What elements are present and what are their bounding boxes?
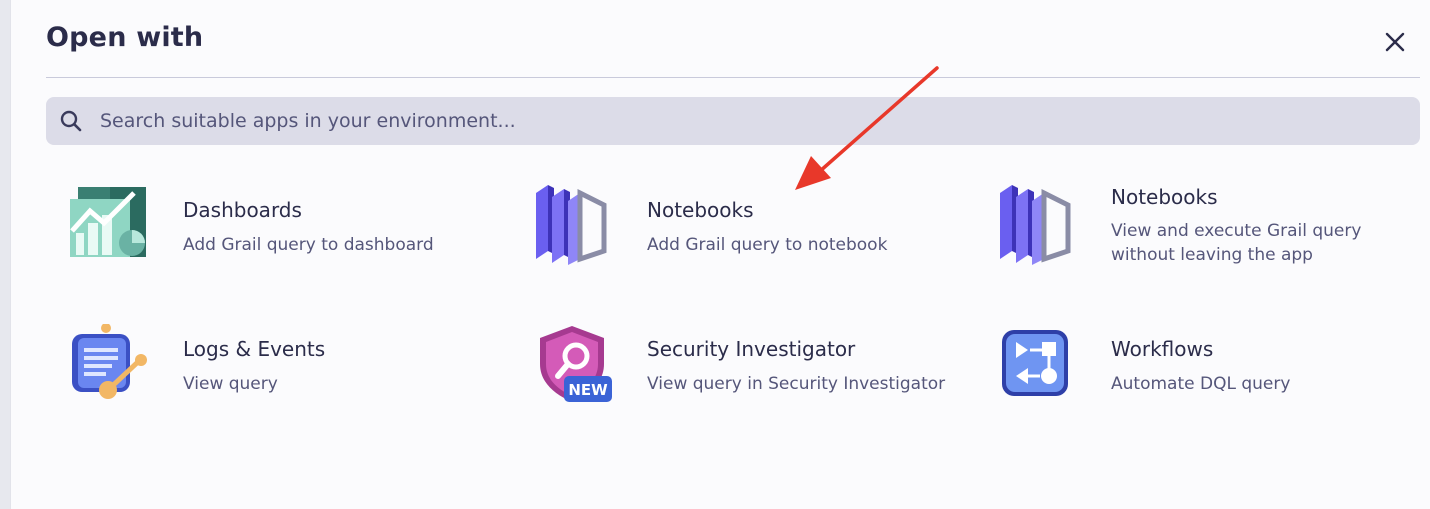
app-name: Logs & Events [183,337,326,361]
dashboards-icon [70,187,146,257]
app-notebooks-view[interactable]: Notebooks View and execute Grail query w… [996,185,1426,275]
app-name: Security Investigator [647,337,856,361]
search-icon [60,110,82,132]
app-logs-events[interactable]: Logs & Events View query [68,324,498,414]
app-description: View and execute Grail query without lea… [1111,221,1362,265]
dialog-title: Open with [46,22,204,53]
app-description: View query in Security Investigator [647,374,946,394]
close-icon[interactable] [1383,30,1407,54]
app-name: Notebooks [647,198,754,222]
app-description: Add Grail query to notebook [647,235,888,255]
notebooks-icon [536,185,607,265]
app-description: Add Grail query to dashboard [183,235,434,255]
new-badge: NEW [568,381,608,399]
title-divider [46,77,1420,78]
security-investigator-icon: NEW [540,326,612,402]
annotation-arrow [795,66,939,190]
background-page-strip [0,0,10,509]
search-input[interactable] [100,97,1400,145]
logs-events-icon [72,324,147,399]
app-dashboards[interactable]: Dashboards Add Grail query to dashboard [68,185,498,275]
app-description: Automate DQL query [1111,374,1291,394]
app-workflows[interactable]: Workflows Automate DQL query [996,324,1426,414]
notebooks-icon [1000,185,1071,265]
open-with-dialog: Open with Dashboards Add Grail query to … [10,0,1430,509]
app-description: View query [183,374,278,394]
app-name: Notebooks [1111,185,1218,209]
app-name: Dashboards [183,198,302,222]
search-bar[interactable] [46,97,1420,145]
workflows-icon [1002,330,1068,396]
app-name: Workflows [1111,337,1214,361]
app-security-investigator[interactable]: NEW Security Investigator View query in … [532,324,962,414]
